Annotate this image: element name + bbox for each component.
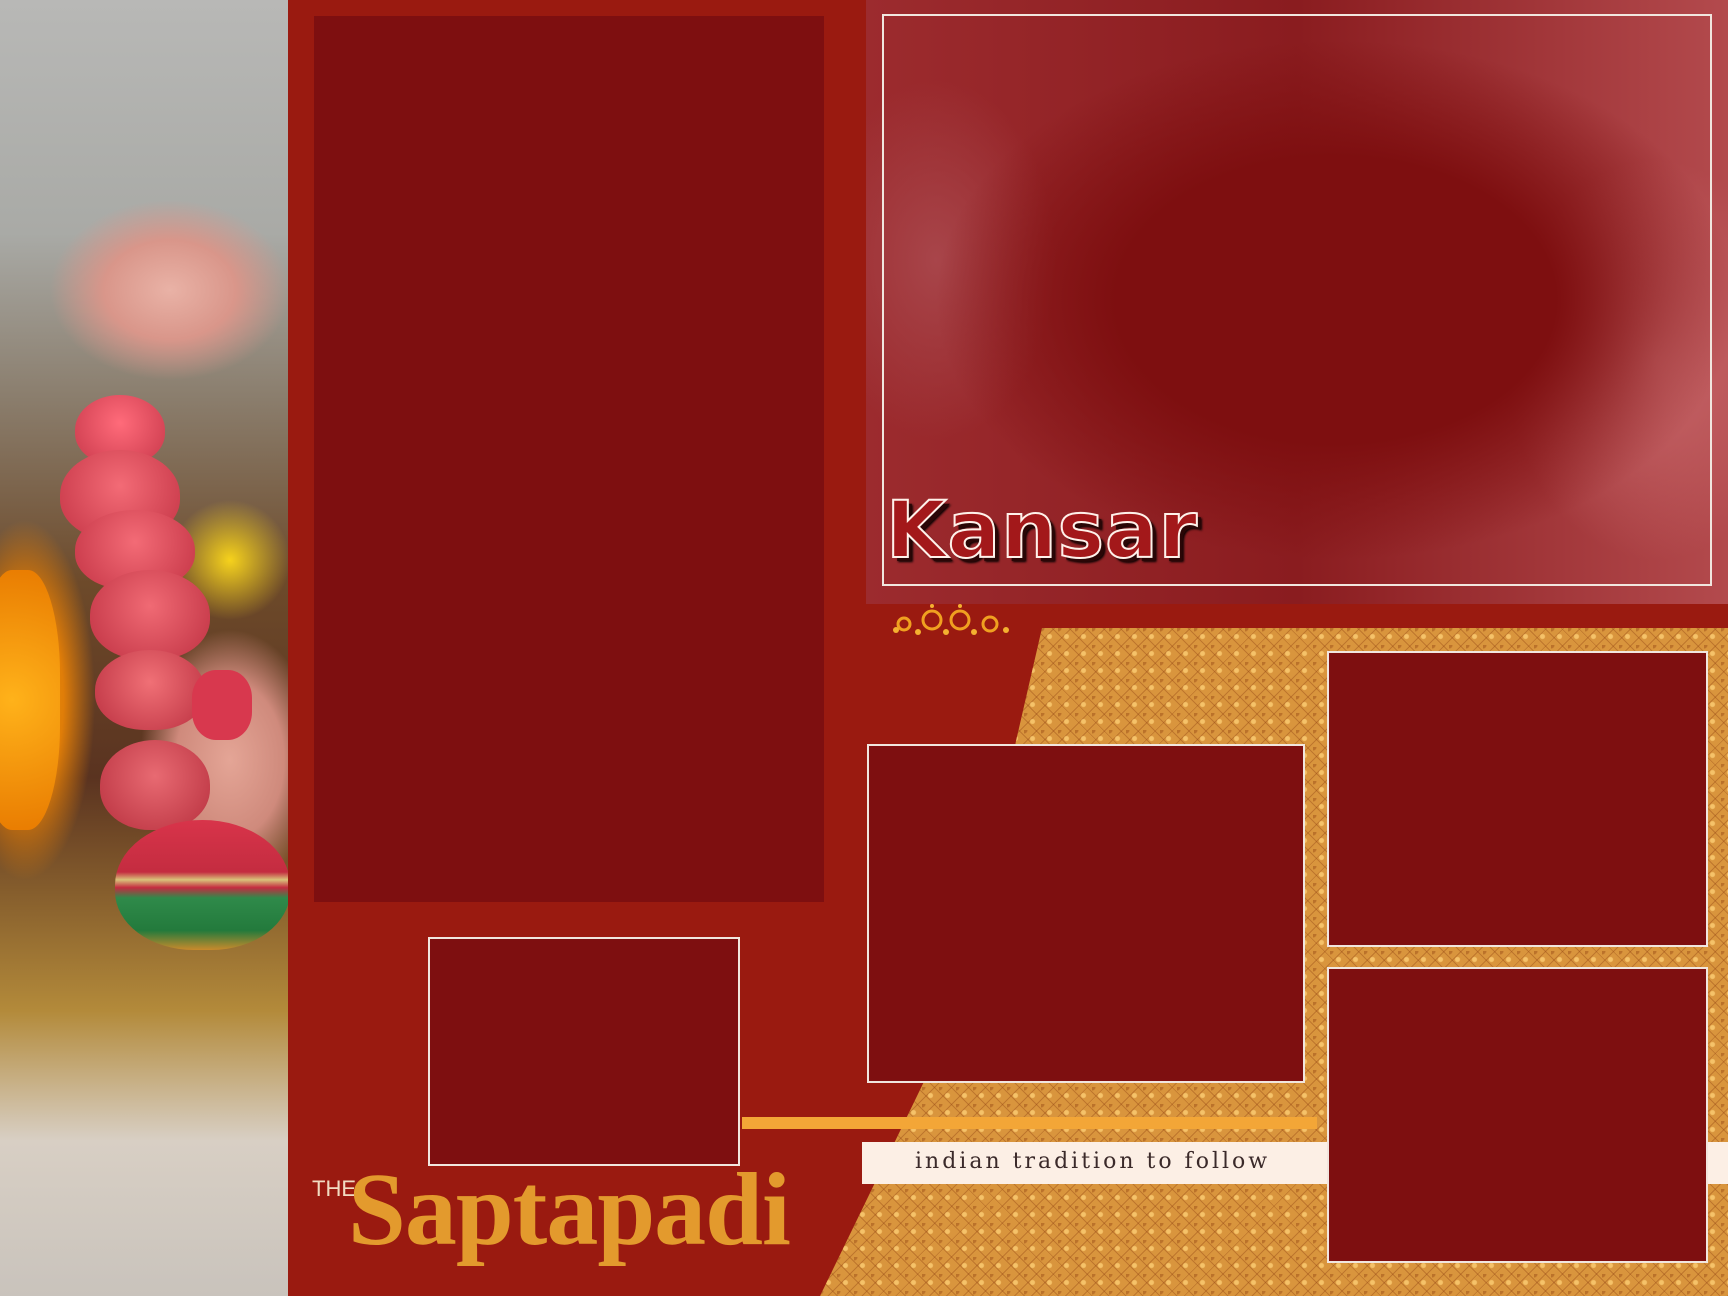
- platter-ornament-base: [115, 820, 288, 950]
- marigold-flower: [0, 570, 60, 830]
- section-title: Kansar: [885, 485, 1199, 577]
- gold-divider-line: [742, 1117, 1317, 1129]
- photo-slot-bottom-right[interactable]: [1327, 967, 1708, 1263]
- fingertip: [192, 670, 252, 740]
- photo-slot-medium[interactable]: [867, 744, 1305, 1083]
- photo-slot-tall[interactable]: [314, 16, 824, 902]
- photo-slot-top-right[interactable]: [1327, 651, 1708, 947]
- platter-ornament: [100, 740, 210, 830]
- left-photo-strip: [0, 0, 288, 1296]
- photo-slot-small[interactable]: [428, 937, 740, 1166]
- platter-ornament: [90, 570, 210, 660]
- platter-ornament: [95, 650, 205, 730]
- tagline-text: indian tradition to follow: [915, 1149, 1271, 1174]
- page-title: Saptapadi: [348, 1152, 791, 1267]
- decorative-ornament-icon: [893, 604, 1009, 635]
